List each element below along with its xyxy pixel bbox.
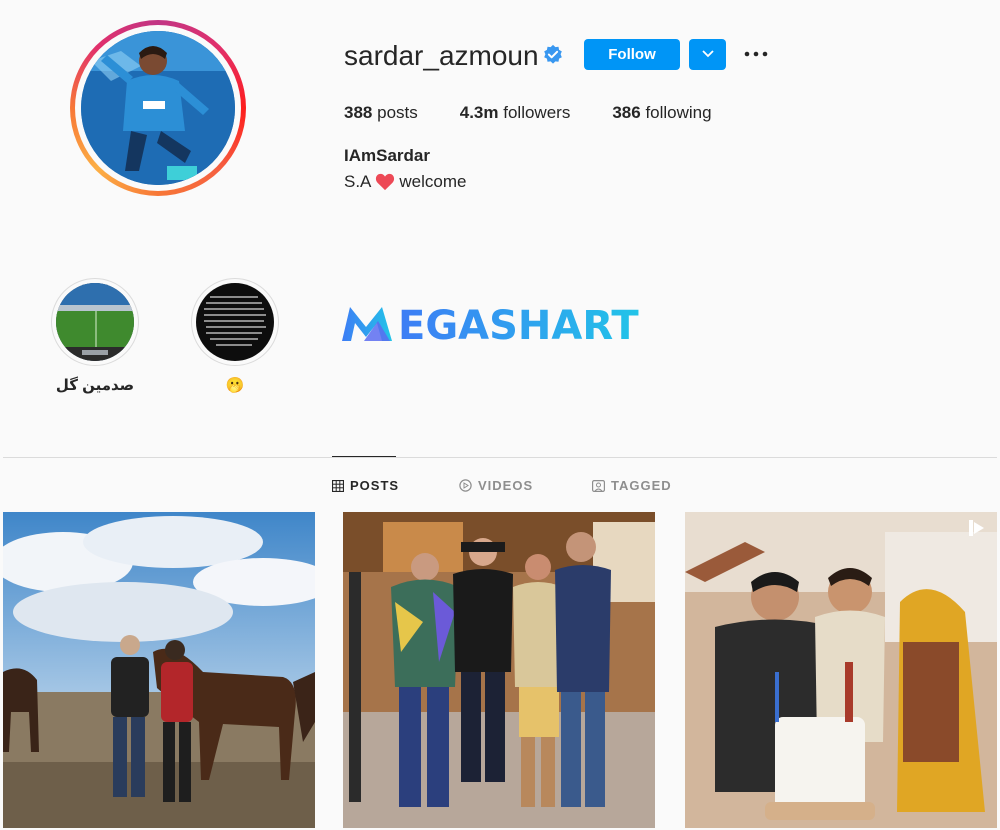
tab-videos[interactable]: VIDEOS (459, 478, 533, 493)
highlight-item-emoji[interactable]: 🫢 (190, 278, 280, 394)
tab-posts[interactable]: POSTS (332, 478, 399, 493)
post-thumbnail[interactable] (343, 512, 655, 828)
post-image-birthday (685, 512, 997, 828)
highlight-thumbnail (56, 283, 134, 361)
bio-suffix: welcome (399, 172, 467, 191)
tab-label: TAGGED (611, 478, 672, 493)
active-tab-indicator (332, 456, 396, 457)
tab-tagged[interactable]: TAGGED (592, 478, 672, 493)
highlight-label: صدمین گل (55, 377, 135, 394)
svg-text:EGASHART: EGASHART (398, 303, 639, 345)
verified-badge-icon (544, 44, 562, 64)
grid-icon (332, 479, 344, 492)
megashart-logo: EGASHART (342, 303, 639, 349)
stadium-thumbnail (56, 283, 134, 361)
post-image-group-photo (343, 512, 655, 828)
highlight-cover (51, 278, 139, 366)
bio-text: S.A welcome (344, 172, 467, 192)
bio-full-name: IAmSardar (344, 146, 430, 165)
megashart-watermark: EGASHART (340, 297, 670, 350)
content-divider (3, 457, 997, 458)
highlight-cover (191, 278, 279, 366)
followers-link[interactable]: 4.3m followers (460, 103, 571, 123)
highlight-label: 🫢 (225, 377, 245, 394)
more-options-icon[interactable] (742, 42, 770, 66)
posts-count: 388 posts (344, 103, 418, 122)
post-image-horses (3, 512, 315, 828)
post-thumbnail[interactable] (685, 512, 997, 828)
suggested-dropdown-button[interactable] (689, 39, 726, 70)
follow-button[interactable]: Follow (584, 39, 680, 70)
text-story-thumbnail (196, 283, 274, 361)
profile-username: sardar_azmoun (344, 40, 539, 71)
play-circle-icon (459, 479, 472, 492)
avatar-illustration (81, 31, 235, 185)
highlight-item-goal[interactable]: صدمین گل (50, 278, 140, 394)
profile-stats: 388 posts 4.3m followers 386 following (344, 103, 712, 123)
tab-label: VIDEOS (478, 478, 534, 493)
profile-avatar[interactable] (70, 20, 246, 196)
avatar-ring-gap (75, 25, 241, 191)
heart-icon (376, 173, 395, 191)
avatar-photo (81, 31, 235, 185)
tag-icon (592, 480, 605, 492)
highlight-thumbnail (196, 283, 274, 361)
chevron-down-icon (701, 50, 714, 58)
following-link[interactable]: 386 following (612, 103, 711, 123)
tab-label: POSTS (350, 478, 400, 493)
post-thumbnail[interactable] (3, 512, 315, 828)
bio-prefix: S.A (344, 172, 372, 191)
